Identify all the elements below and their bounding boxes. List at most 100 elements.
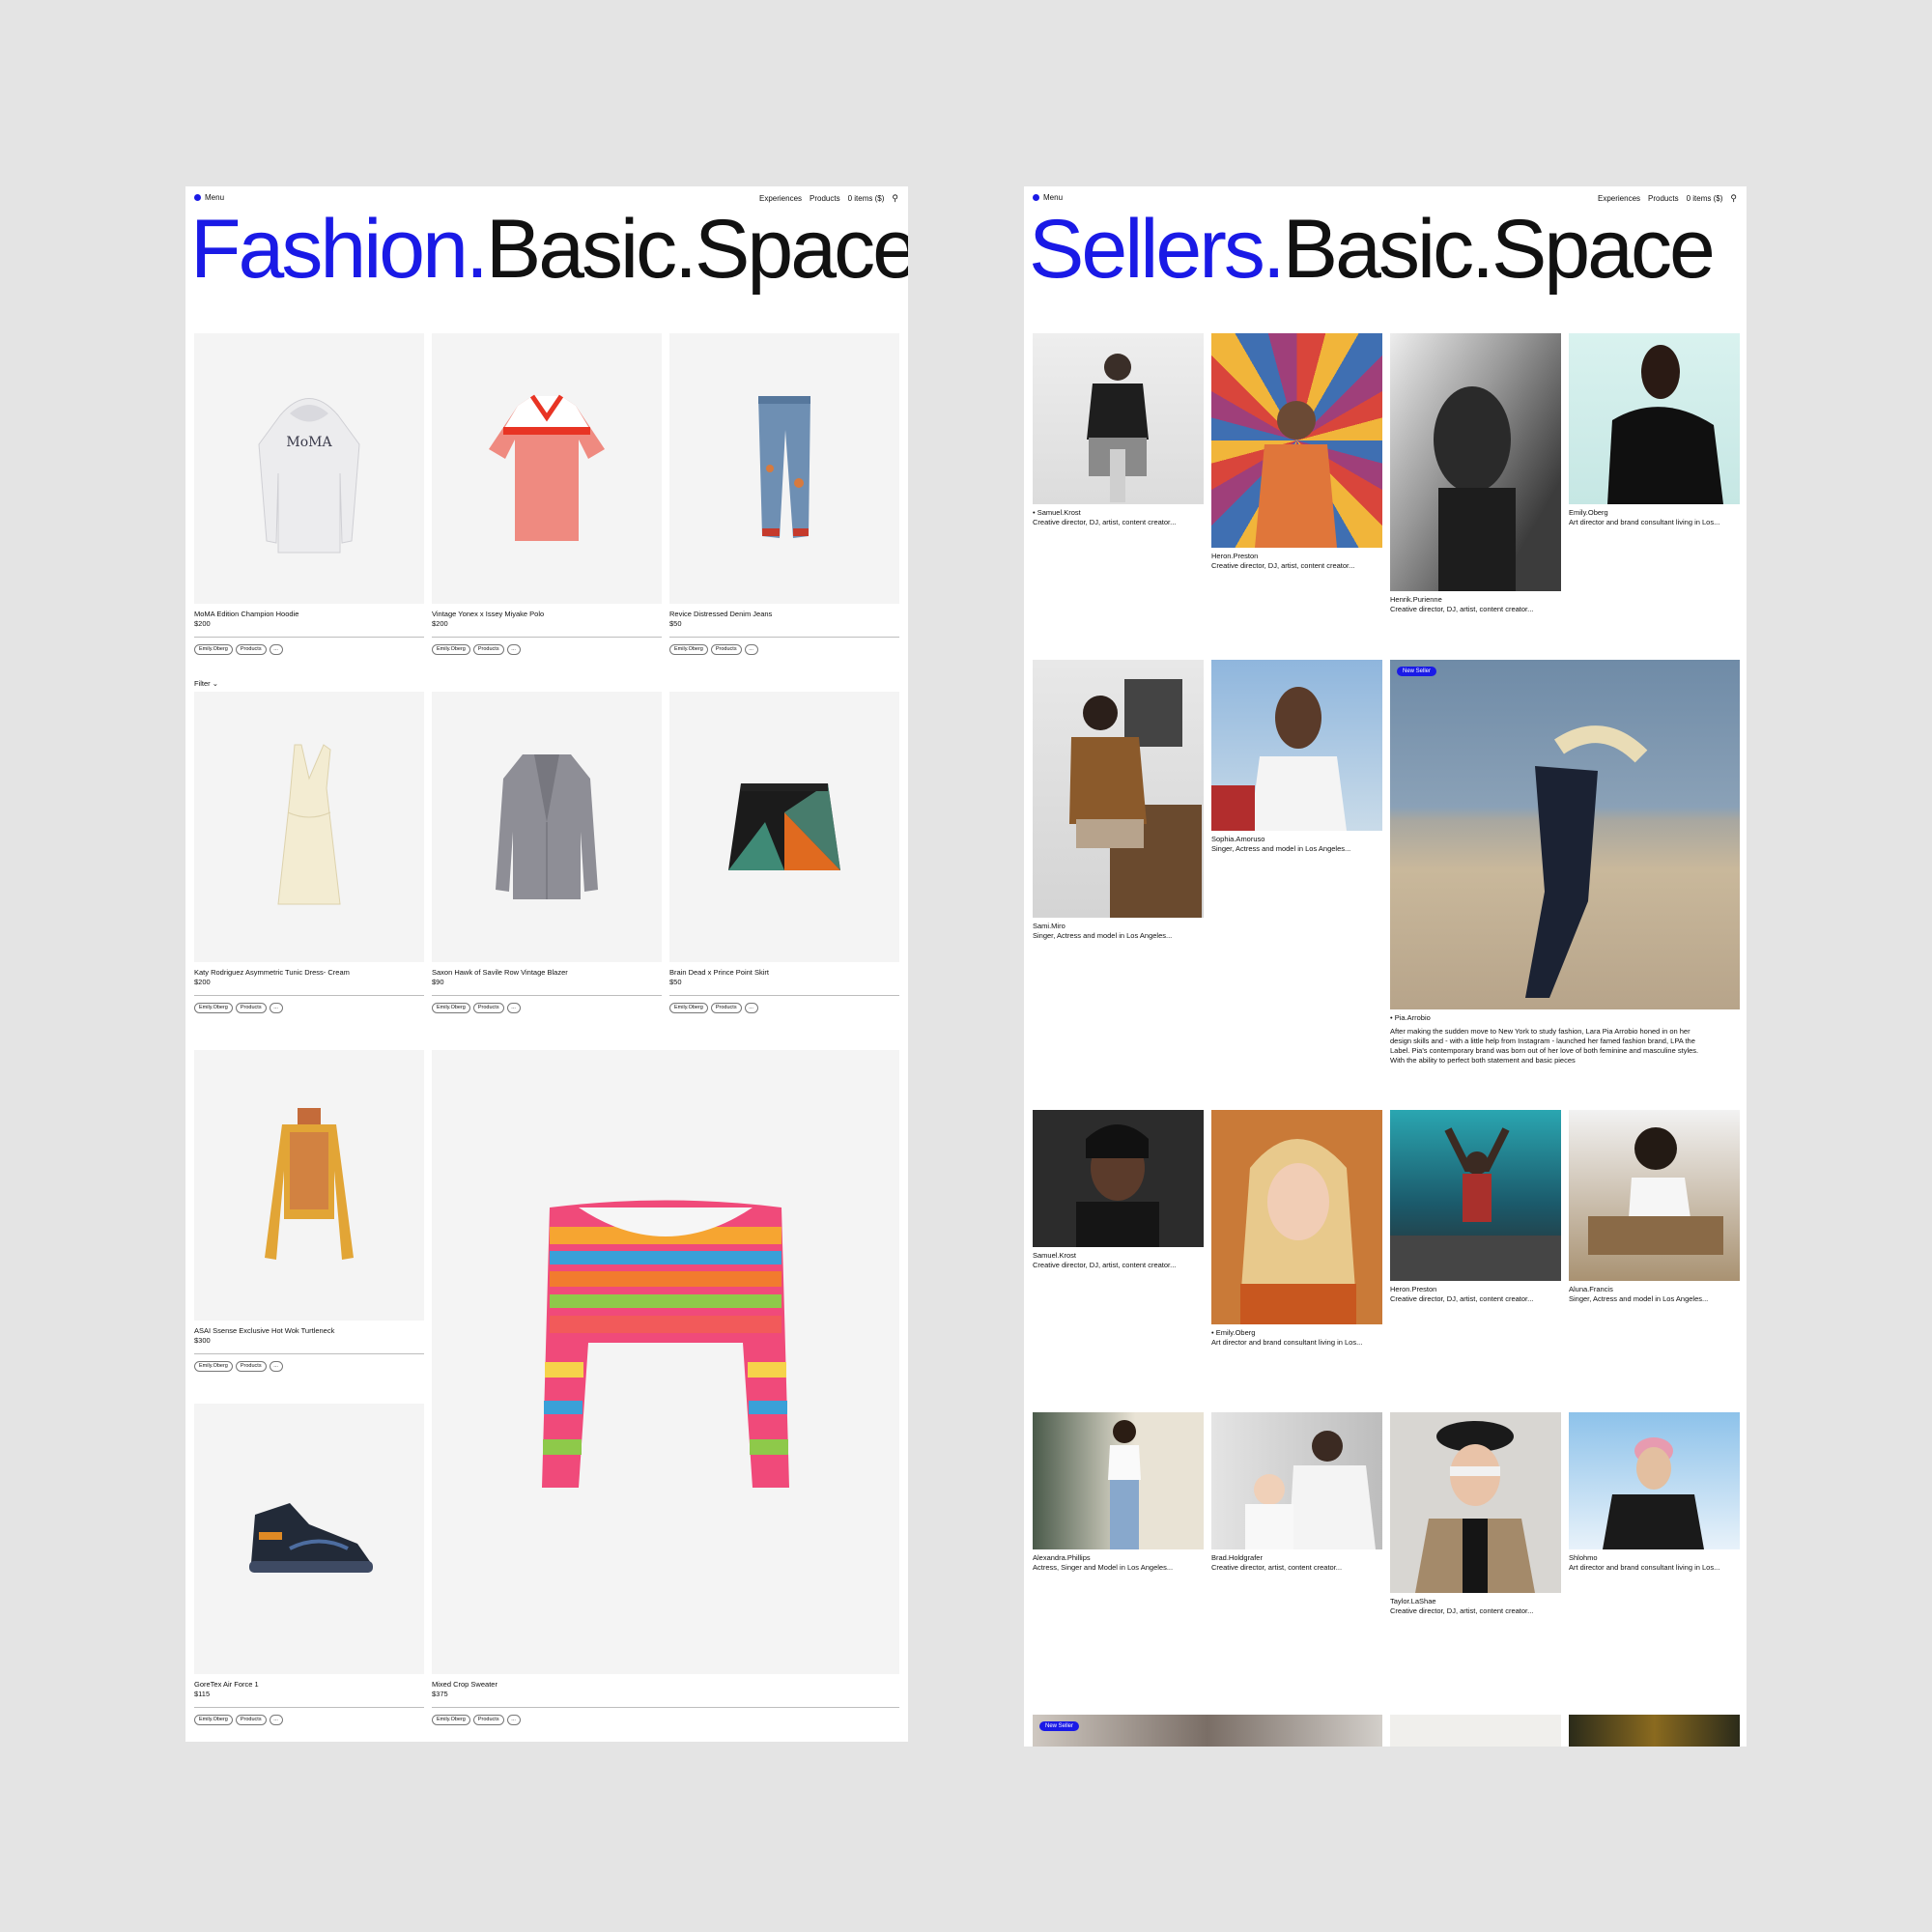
seller-card[interactable]: Samuel.Krost Creative director, DJ, artis…	[1033, 1110, 1204, 1284]
more-tag[interactable]: ...	[269, 1715, 283, 1725]
seller-card[interactable]: Taylor.LaShae Creative director, DJ, arti…	[1390, 1412, 1561, 1630]
menu-button[interactable]: Menu	[1033, 193, 1063, 202]
seller-card[interactable]: Henrik.Purienne Creative director, DJ, ar…	[1390, 333, 1561, 628]
product-image[interactable]	[194, 692, 424, 962]
seller-card[interactable]: Aluna.Francis Singer, Actress and model i…	[1569, 1110, 1740, 1322]
more-tag[interactable]: ...	[506, 1715, 521, 1725]
seller-card[interactable]: Shlohmo Art director and brand consultant…	[1569, 1412, 1740, 1586]
seller-photo[interactable]	[1390, 1110, 1561, 1281]
seller-card[interactable]: Brad.Holdgrafer Creative director, artist…	[1211, 1412, 1382, 1586]
product-name: Revice Distressed Denim Jeans	[669, 610, 773, 618]
seller-photo[interactable]	[1211, 1110, 1382, 1324]
category-tag[interactable]: Products	[235, 1361, 267, 1372]
seller-tag[interactable]: Emily.Oberg	[432, 1003, 470, 1013]
product-card[interactable]: Saxon Hawk of Savile Row Vintage Blazer …	[432, 692, 662, 1020]
seller-card[interactable]: Alexandra.Phillips Actress, Singer and Mo…	[1033, 1412, 1204, 1586]
category-tag[interactable]: Products	[472, 644, 504, 655]
category-tag[interactable]: Products	[235, 644, 267, 655]
product-name: MoMA Edition Champion Hoodie	[194, 610, 299, 618]
product-card[interactable]: Vintage Yonex x Issey Miyake Polo $200 E…	[432, 333, 662, 662]
category-tag[interactable]: Products	[472, 1715, 504, 1725]
seller-photo[interactable]	[1211, 1412, 1382, 1549]
category-tag[interactable]: Products	[235, 1003, 267, 1013]
nav-products[interactable]: Products	[1648, 194, 1679, 203]
seller-card[interactable]: • Emily.Oberg Art director and brand cons…	[1211, 1110, 1382, 1371]
seller-photo[interactable]	[1569, 333, 1740, 504]
more-tag[interactable]: ...	[506, 644, 521, 655]
search-icon[interactable]: ⚲	[1730, 193, 1737, 204]
seller-photo[interactable]	[1569, 1412, 1740, 1549]
seller-photo[interactable]	[1033, 1412, 1204, 1549]
filter-dropdown[interactable]: Filter ⌄	[194, 679, 218, 688]
seller-card[interactable]	[1569, 1715, 1740, 1747]
seller-photo[interactable]	[1390, 1715, 1561, 1747]
more-tag[interactable]: ...	[269, 1361, 283, 1372]
seller-card[interactable]: Sophia.Amoruso Singer, Actress and model …	[1211, 660, 1382, 872]
menu-button[interactable]: Menu	[194, 193, 224, 202]
more-tag[interactable]: ...	[269, 644, 283, 655]
more-tag[interactable]: ...	[744, 644, 758, 655]
seller-card[interactable]: Heron.Preston Creative director, DJ, arti…	[1390, 1110, 1561, 1322]
seller-tag[interactable]: Emily.Oberg	[194, 1003, 233, 1013]
seller-card[interactable]: • Samuel.Krost Creative director, DJ, art…	[1033, 333, 1204, 546]
product-image[interactable]: MoMA	[194, 333, 424, 604]
seller-tag[interactable]: Emily.Oberg	[194, 644, 233, 655]
more-tag[interactable]: ...	[269, 1003, 283, 1013]
seller-photo[interactable]	[1390, 333, 1561, 591]
seller-desc: Creative director, DJ, artist, content c…	[1033, 1261, 1177, 1269]
category-tag[interactable]: Products	[472, 1003, 504, 1013]
category-tag[interactable]: Products	[710, 1003, 742, 1013]
seller-tag[interactable]: Emily.Oberg	[669, 644, 708, 655]
seller-tag[interactable]: Emily.Oberg	[194, 1361, 233, 1372]
product-card[interactable]: GoreTex Air Force 1 $115 Emily.Oberg Pro…	[194, 1404, 424, 1732]
category-tag[interactable]: Products	[235, 1715, 267, 1725]
nav-experiences[interactable]: Experiences	[759, 194, 802, 203]
seller-card-featured[interactable]: New Seller • Pia.Arrobio After making th…	[1390, 660, 1740, 1065]
site-logo[interactable]: Sellers.Basic.Space	[1029, 208, 1716, 291]
seller-photo[interactable]	[1390, 1412, 1561, 1593]
product-card[interactable]: Katy Rodriguez Asymmetric Tunic Dress- C…	[194, 692, 424, 1020]
product-card[interactable]: Mixed Crop Sweater $375 Emily.Oberg Prod…	[432, 1050, 899, 1734]
product-image[interactable]	[432, 1050, 899, 1674]
seller-photo[interactable]: New Seller	[1390, 660, 1740, 1009]
seller-tag[interactable]: Emily.Oberg	[432, 644, 470, 655]
seller-card[interactable]: Sami.Miro Singer, Actress and model in Lo…	[1033, 660, 1204, 950]
more-tag[interactable]: ...	[744, 1003, 758, 1013]
product-card[interactable]: Revice Distressed Denim Jeans $50 Emily.…	[669, 333, 899, 662]
seller-photo[interactable]: New Seller	[1033, 1715, 1382, 1747]
nav-experiences[interactable]: Experiences	[1598, 194, 1640, 203]
seller-photo[interactable]	[1569, 1110, 1740, 1281]
seller-tag[interactable]: Emily.Oberg	[432, 1715, 470, 1725]
product-image[interactable]	[432, 692, 662, 962]
seller-photo[interactable]	[1033, 660, 1204, 918]
nav-products[interactable]: Products	[810, 194, 840, 203]
seller-card[interactable]: New Seller	[1033, 1715, 1382, 1747]
seller-tag[interactable]: Emily.Oberg	[669, 1003, 708, 1013]
more-tag[interactable]: ...	[506, 1003, 521, 1013]
product-image[interactable]	[669, 692, 899, 962]
seller-tag[interactable]: Emily.Oberg	[194, 1715, 233, 1725]
product-image[interactable]	[432, 333, 662, 604]
site-logo[interactable]: Fashion.Basic.Space	[190, 208, 908, 291]
product-card[interactable]: Brain Dead x Prince Point Skirt $50 Emil…	[669, 692, 899, 1020]
seller-photo[interactable]	[1569, 1715, 1740, 1747]
product-card[interactable]: MoMA MoMA Edition Champion Hoodie $200 E…	[194, 333, 424, 662]
nav-cart[interactable]: 0 items ($)	[848, 194, 885, 203]
jeans-illustration	[758, 396, 810, 538]
seller-desc: Creative director, DJ, artist, content c…	[1390, 1294, 1534, 1303]
seller-photo[interactable]	[1033, 1110, 1204, 1247]
nav-cart[interactable]: 0 items ($)	[1687, 194, 1723, 203]
skirt-illustration	[728, 783, 840, 870]
seller-photo[interactable]	[1211, 660, 1382, 831]
divider	[432, 1707, 899, 1708]
seller-photo[interactable]	[1033, 333, 1204, 504]
category-tag[interactable]: Products	[710, 644, 742, 655]
product-image[interactable]	[194, 1404, 424, 1674]
seller-card[interactable]	[1390, 1715, 1561, 1747]
seller-photo[interactable]	[1211, 333, 1382, 548]
product-image[interactable]	[669, 333, 899, 604]
seller-card[interactable]: Emily.Oberg Art director and brand consul…	[1569, 333, 1740, 546]
product-card[interactable]: ASAI Ssense Exclusive Hot Wok Turtleneck…	[194, 1050, 424, 1378]
product-image[interactable]	[194, 1050, 424, 1321]
seller-card[interactable]: Heron.Preston Creative director, DJ, arti…	[1211, 333, 1382, 584]
